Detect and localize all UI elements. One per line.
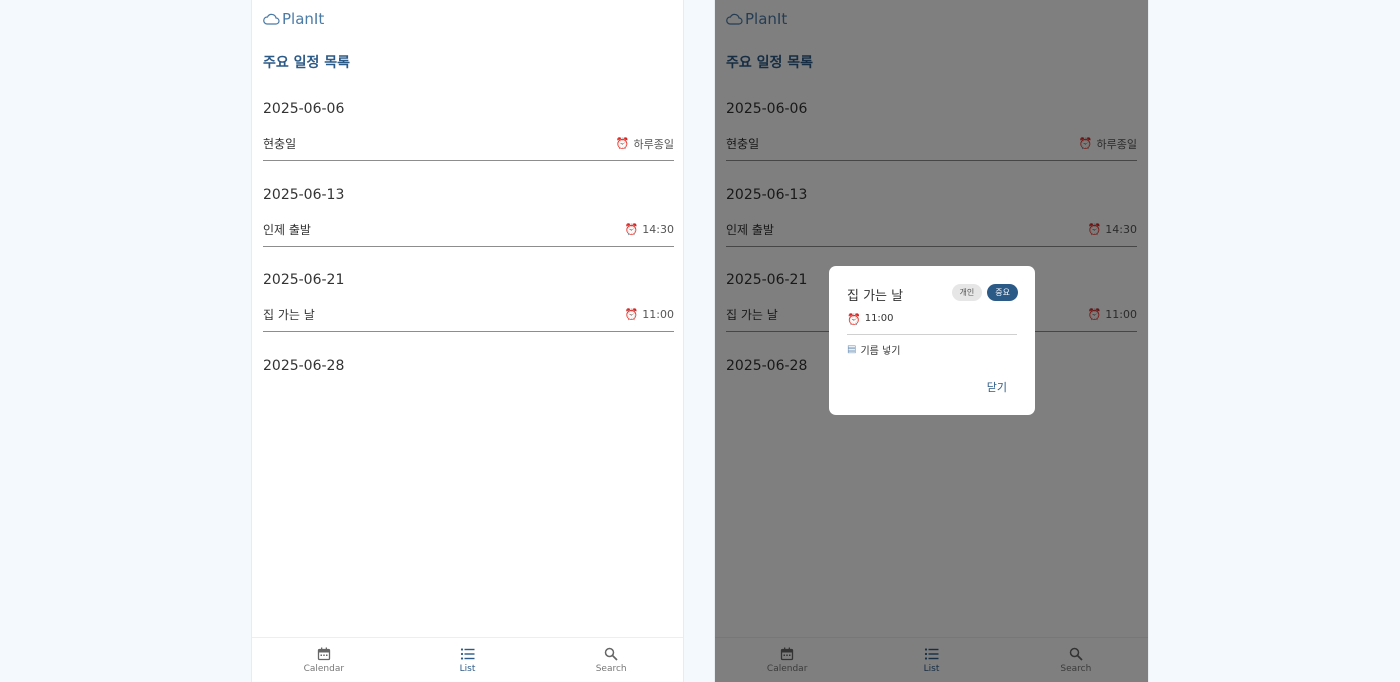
dialog-memo-text: 기름 넣기 (860, 346, 901, 357)
search-icon (604, 647, 618, 661)
list-item[interactable]: 현충일 ⏰하루종일 (263, 127, 674, 161)
date-header: 2025-06-06 (263, 101, 345, 117)
list-item[interactable]: 집 가는 날 ⏰11:00 (263, 298, 674, 332)
app-name: PlanIt (282, 10, 325, 28)
nav-calendar[interactable]: Calendar (252, 638, 396, 682)
nav-search-label: Search (595, 663, 627, 674)
alarm-clock-icon: ⏰ (624, 308, 639, 321)
nav-calendar-label: Calendar (303, 663, 345, 674)
nav-list-label: List (459, 663, 476, 674)
dialog-time-text: 11:00 (864, 313, 894, 324)
calendar-icon (317, 647, 330, 660)
tag-personal: 개인 (951, 284, 983, 301)
list-item[interactable]: 인제 출발 ⏰14:30 (263, 213, 674, 247)
memo-icon: ▤ (847, 344, 857, 355)
date-header: 2025-06-13 (263, 187, 345, 203)
nav-list[interactable]: List (396, 638, 540, 682)
item-time-text: 하루종일 (633, 137, 674, 151)
date-header: 2025-06-28 (263, 358, 345, 374)
item-time: ⏰14:30 (625, 223, 674, 236)
item-title: 현충일 (263, 137, 297, 151)
nav-search[interactable]: Search (539, 638, 683, 682)
list-screen-with-dialog: PlanIt 주요 일정 목록 2025-06-06 현충일 ⏰하루종일 202… (714, 0, 1149, 682)
item-time-text: 11:00 (642, 308, 674, 321)
close-button[interactable]: 닫기 (987, 379, 1007, 395)
item-time-text: 14:30 (642, 223, 674, 236)
event-detail-dialog: 집 가는 날 개인 중요 ⏰ 11:00 ▤ 기름 넣기 닫기 (829, 266, 1035, 415)
cloud-icon (263, 13, 280, 25)
item-time: ⏰하루종일 (616, 136, 674, 152)
list-icon (460, 647, 475, 660)
dialog-memo: ▤ 기름 넣기 (847, 342, 900, 357)
tag-important: 중요 (987, 284, 1018, 301)
item-title: 집 가는 날 (263, 308, 315, 322)
item-time: ⏰11:00 (625, 308, 674, 321)
item-title: 인제 출발 (263, 223, 311, 237)
list-screen: PlanIt 주요 일정 목록 2025-06-06 현충일 ⏰ 하루종일 202… (251, 0, 684, 682)
alarm-clock-icon: ⏰ (615, 137, 630, 150)
dialog-time: ⏰ 11:00 (847, 313, 1017, 335)
date-header: 2025-06-21 (263, 272, 345, 288)
app-logo: PlanIt (263, 10, 324, 28)
bottom-nav: Calendar List Search (252, 637, 683, 682)
page-title: 주요 일정 목록 (263, 55, 351, 71)
dialog-title: 집 가는 날 (847, 289, 904, 304)
alarm-clock-icon: ⏰ (624, 223, 639, 236)
dialog-tags: 개인 중요 (951, 284, 1018, 301)
alarm-clock-icon: ⏰ (847, 313, 861, 326)
